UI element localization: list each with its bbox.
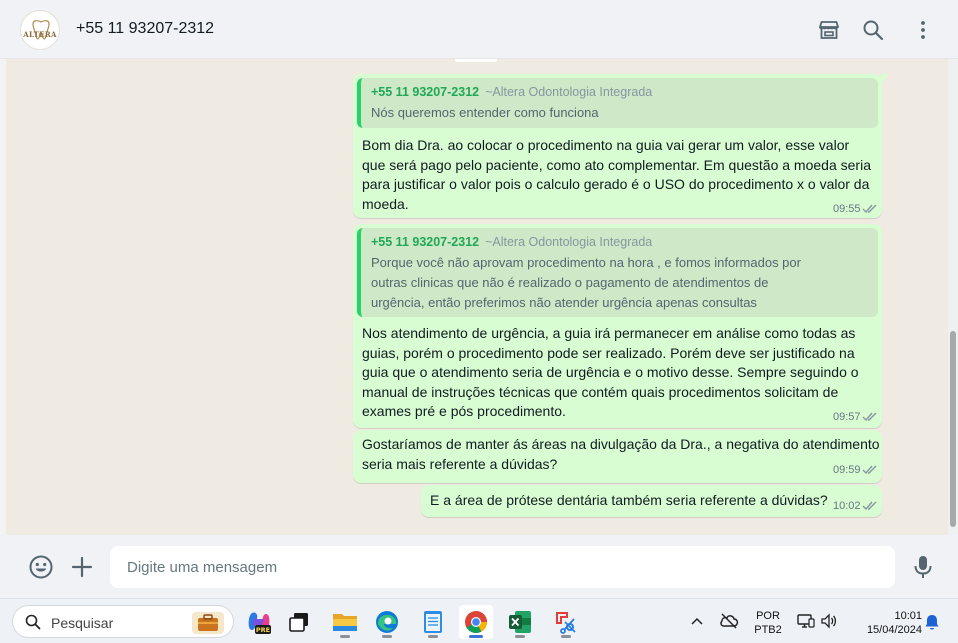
chrome-app[interactable] [459,605,493,639]
message-line: Bom dia Dra. ao colocar o procedimento n… [362,137,850,153]
quote-line: Porque você não aprovam procedimento na … [371,255,801,270]
input-language[interactable]: POR PTB2 [748,609,788,637]
search-icon [25,614,41,630]
app-running-indicator [469,635,483,638]
snipping-tool-app[interactable] [549,605,583,639]
read-ticks-icon [862,465,877,475]
quote-text: Nós queremos entender como funciona [371,105,599,120]
task-view-app[interactable] [282,605,316,639]
read-ticks-icon [862,204,877,214]
message-time: 09:55 [833,203,861,215]
copilot-badge: PRE [256,626,270,634]
message-line: Nos atendimento de urgência, a guia irá … [362,325,856,341]
message-time: 09:57 [833,411,861,423]
read-ticks-icon [862,501,877,511]
message-bubble-1[interactable]: +55 11 93207-2312 ~Altera Odontologia Int… [353,74,889,218]
chat-header: ALTERA +55 11 93207-2312 [0,0,958,59]
message-line: manual de instruções técnicas que contém… [362,383,839,400]
quote-text: Porque você não aprovam procedimento na … [371,253,870,313]
notepad-icon [424,611,442,633]
message-line: moeda. [362,195,409,212]
clock-date: 15/04/2024 [866,624,922,636]
message-line: E a área de prótese dentária também seri… [430,492,828,508]
app-running-indicator [428,635,438,638]
message-text: Gostaríamos de manter ás áreas na divulg… [362,435,882,474]
microphone-icon[interactable] [910,554,936,580]
message-line: que será pago pelo paciente, como ato co… [362,156,871,173]
display-network-icon[interactable] [797,613,815,629]
language-code: POR [756,610,780,622]
search-icon[interactable] [861,18,885,42]
message-bubble-4[interactable]: E a área de prótese dentária também seri… [421,485,882,517]
quote-sender-name: ~Altera Odontologia Integrada [485,235,653,249]
contact-avatar[interactable]: ALTERA [20,10,60,50]
message-time: 10:02 [833,500,861,512]
message-text: Bom dia Dra. ao colocar o procedimento n… [362,136,882,214]
message-line: para justificar o valor pois o calculo g… [362,176,870,192]
chat-scrollbar-thumb[interactable] [950,331,956,527]
message-line: guias, porém o procedimento pode ser rea… [362,344,855,361]
quote-author: +55 11 93207-2312 [371,85,480,99]
notepad-app[interactable] [416,605,450,639]
chrome-icon [465,611,487,633]
left-panel-edge [0,59,6,535]
quoted-message[interactable]: +55 11 93207-2312 ~Altera Odontologia Int… [357,78,878,128]
app-running-indicator [561,635,571,638]
quoted-message[interactable]: +55 11 93207-2312 ~Altera Odontologia Int… [357,228,878,317]
chevron-up-icon[interactable] [690,615,704,627]
app-running-indicator [515,635,525,638]
message-line: guia que o atendimento seria de urgência… [362,364,859,380]
excel-icon [509,611,531,633]
work-briefcase-icon[interactable] [191,611,225,635]
copilot-pre-app[interactable]: PRE [242,605,276,639]
message-composer [0,535,958,598]
notification-bell-icon[interactable] [924,613,940,631]
search-placeholder: Pesquisar [51,615,114,631]
app-running-indicator [340,635,350,638]
avatar-logo-text: ALTERA [23,29,57,39]
contact-name[interactable]: +55 11 93207-2312 [76,20,214,38]
message-time: 09:59 [833,464,861,476]
edge-app[interactable] [370,605,404,639]
catalog-icon[interactable] [817,18,841,42]
message-line: seria mais referente a dúvidas? [362,455,558,472]
copilot-pre-icon: PRE [248,612,271,634]
excel-app[interactable] [503,605,537,639]
cloud-offline-icon[interactable] [719,612,739,630]
message-text: E a área de prótese dentária também seri… [430,491,835,511]
message-text: Nos atendimento de urgência, a guia irá … [362,324,882,422]
message-bubble-2[interactable]: +55 11 93207-2312 ~Altera Odontologia Int… [353,224,882,428]
file-explorer-icon [333,614,357,631]
windows-taskbar: Pesquisar PRE POR PTB2 10:01 15/04/2024 [0,598,958,643]
message-bubble-3[interactable]: Gostaríamos de manter ás áreas na divulg… [353,430,882,483]
menu-icon[interactable] [911,18,935,42]
chat-messages-area[interactable]: +55 11 93207-2312 ~Altera Odontologia Int… [0,59,958,535]
clock-time: 10:01 [894,610,922,622]
quote-line: urgência, então preferimos não atender u… [371,295,757,310]
bubble-tail [881,74,889,84]
message-input[interactable] [110,546,895,588]
quote-sender-name: ~Altera Odontologia Integrada [485,85,653,99]
taskbar-search[interactable]: Pesquisar [12,605,234,638]
edge-icon [376,611,398,633]
task-view-icon [289,613,308,632]
snipping-tool-icon [556,612,576,634]
date-divider-edge [455,59,497,62]
system-clock[interactable]: 10:01 15/04/2024 [848,609,922,637]
file-explorer-app[interactable] [328,605,362,639]
message-line: Gostaríamos de manter ás áreas na divulg… [362,436,880,452]
message-line: exames pré e pós procedimento. [362,403,566,419]
volume-icon[interactable] [820,613,838,629]
app-running-indicator [382,635,392,638]
keyboard-layout: PTB2 [754,624,782,636]
attach-plus-icon[interactable] [69,554,95,580]
quote-line: outras clinicas que não é realizado o pa… [371,275,769,290]
read-ticks-icon [862,412,877,422]
quote-author: +55 11 93207-2312 [371,235,480,249]
emoji-icon[interactable] [28,554,54,580]
